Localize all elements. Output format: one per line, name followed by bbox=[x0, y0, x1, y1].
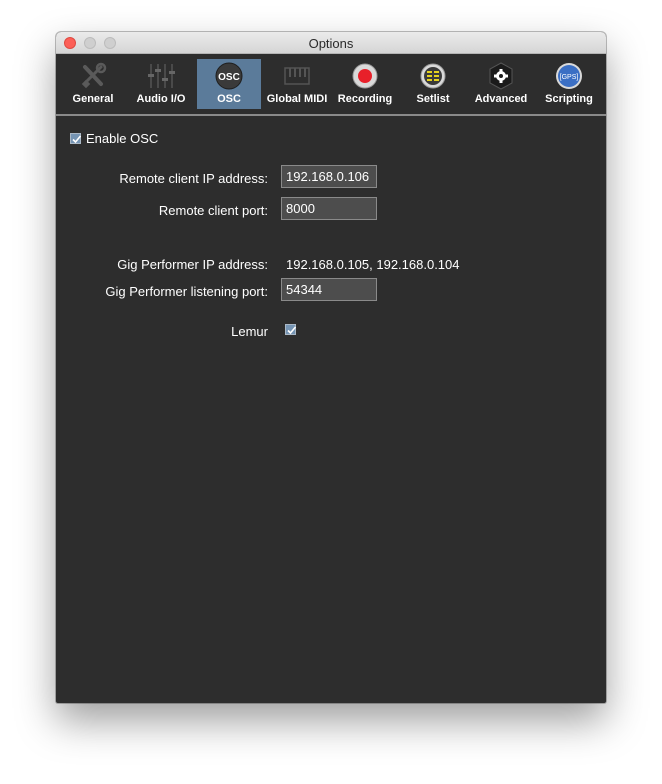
osc-icon: OSC bbox=[215, 62, 243, 90]
options-toolbar: General Audio I/O OSC OSC Global MIDI Re… bbox=[56, 54, 606, 114]
tab-advanced[interactable]: Advanced bbox=[469, 59, 533, 109]
tab-label: OSC bbox=[217, 93, 241, 105]
gp-ip-label: Gig Performer IP address: bbox=[117, 257, 268, 272]
tab-label: General bbox=[72, 93, 114, 105]
tab-recording[interactable]: Recording bbox=[333, 59, 397, 109]
options-window: Options General Audio I/O OSC OSC Global… bbox=[56, 32, 606, 703]
lemur-checkbox[interactable] bbox=[285, 324, 297, 335]
tab-label: Advanced bbox=[474, 93, 528, 105]
tab-label: Scripting bbox=[545, 93, 593, 105]
enable-osc-checkbox[interactable] bbox=[70, 133, 82, 144]
gear-shield-icon bbox=[487, 62, 515, 90]
tools-icon bbox=[79, 62, 107, 90]
midi-keyboard-icon bbox=[283, 62, 311, 90]
setlist-icon bbox=[419, 62, 447, 90]
remote-ip-label: Remote client IP address: bbox=[119, 171, 268, 186]
tab-label: Audio I/O bbox=[136, 93, 186, 105]
record-icon bbox=[351, 62, 379, 90]
tab-label: Recording bbox=[337, 93, 393, 105]
mixer-sliders-icon bbox=[147, 62, 175, 90]
gps-icon: [GPS] bbox=[555, 62, 583, 90]
gp-port-label: Gig Performer listening port: bbox=[105, 284, 268, 299]
gps-icon-text: [GPS] bbox=[560, 74, 579, 81]
tab-osc[interactable]: OSC OSC bbox=[197, 59, 261, 109]
remote-port-label: Remote client port: bbox=[158, 203, 268, 218]
osc-settings-panel: Enable OSC Remote client IP address: Rem… bbox=[56, 116, 606, 703]
window-title: Options bbox=[308, 36, 354, 51]
tab-label: Setlist bbox=[416, 93, 450, 105]
tab-label: Global MIDI bbox=[266, 93, 328, 105]
lemur-label: Lemur bbox=[231, 324, 268, 339]
tab-audio-io[interactable]: Audio I/O bbox=[129, 59, 193, 109]
title-bar[interactable]: Options bbox=[56, 32, 606, 54]
tab-scripting[interactable]: [GPS] Scripting bbox=[537, 59, 601, 109]
enable-osc-label[interactable]: Enable OSC bbox=[86, 131, 158, 146]
gp-ip-value: 192.168.0.105, 192.168.0.104 bbox=[286, 257, 460, 272]
tab-setlist[interactable]: Setlist bbox=[401, 59, 465, 109]
tab-global-midi[interactable]: Global MIDI bbox=[265, 59, 329, 109]
osc-icon-text: OSC bbox=[218, 72, 240, 83]
remote-ip-input[interactable] bbox=[281, 165, 377, 188]
tab-general[interactable]: General bbox=[61, 59, 125, 109]
gp-port-input[interactable] bbox=[281, 278, 377, 301]
remote-port-input[interactable] bbox=[281, 197, 377, 220]
